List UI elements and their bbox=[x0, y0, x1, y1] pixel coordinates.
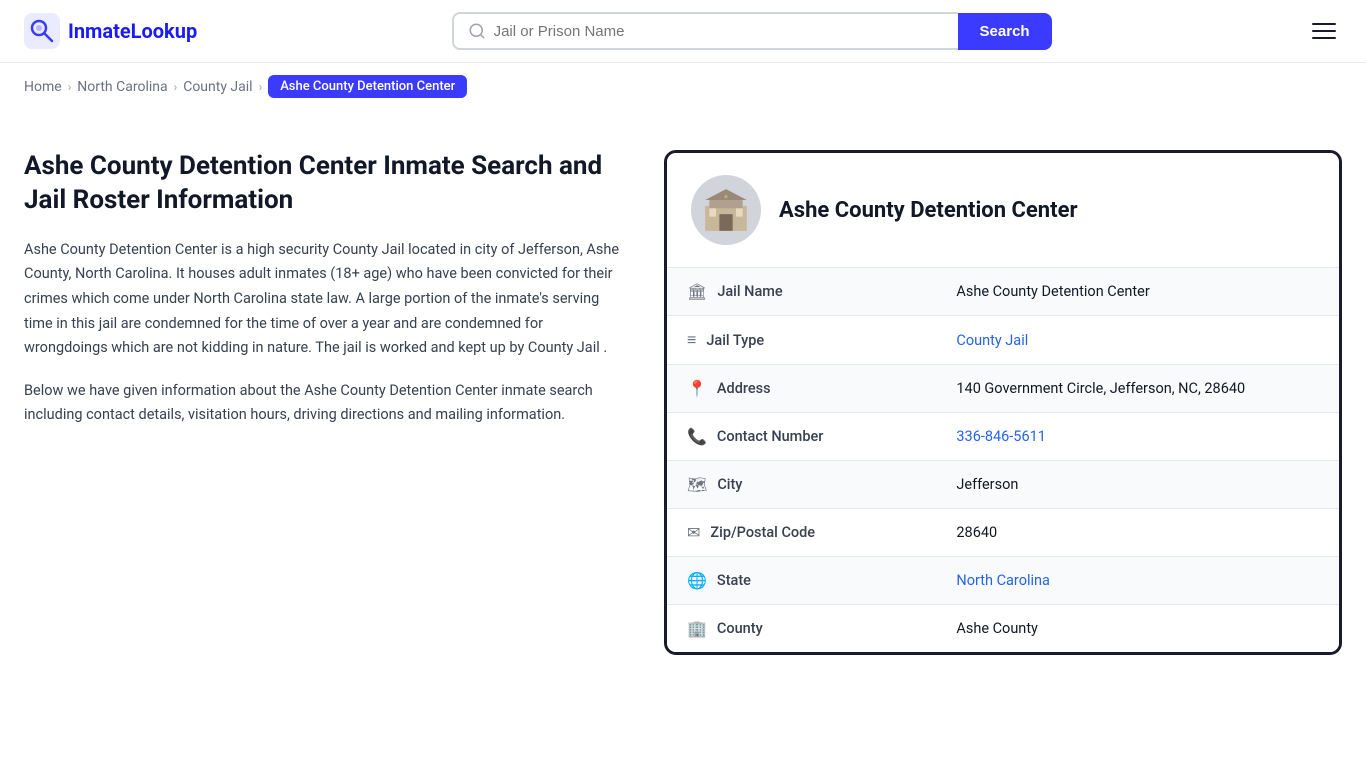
label-cell-6: 🌐 State bbox=[687, 571, 867, 590]
hamburger-line-3 bbox=[1312, 37, 1336, 39]
row-icon-2: 📍 bbox=[687, 379, 707, 398]
value-cell-6: North Carolina bbox=[936, 557, 1339, 605]
table-row: ✉ Zip/Postal Code 28640 bbox=[667, 509, 1339, 557]
left-column: Ashe County Detention Center Inmate Sear… bbox=[24, 150, 664, 655]
chevron-icon-1: › bbox=[68, 80, 72, 94]
breadcrumb: Home › North Carolina › County Jail › As… bbox=[0, 63, 1366, 110]
info-card: Ashe County Detention Center 🏛 Jail Name A… bbox=[664, 150, 1342, 655]
header: InmateLookup Search bbox=[0, 0, 1366, 63]
value-cell-4: Jefferson bbox=[936, 461, 1339, 509]
label-text-5: Zip/Postal Code bbox=[710, 524, 815, 541]
hamburger-line-2 bbox=[1312, 30, 1336, 32]
label-cell-4: 🗺 City bbox=[687, 475, 867, 494]
label-text-2: Address bbox=[717, 380, 771, 397]
search-input-wrapper bbox=[452, 12, 958, 50]
hamburger-line-1 bbox=[1312, 23, 1336, 25]
table-row: 🏢 County Ashe County bbox=[667, 605, 1339, 653]
logo-icon bbox=[24, 13, 60, 49]
label-cell-2: 📍 Address bbox=[687, 379, 867, 398]
row-icon-5: ✉ bbox=[687, 523, 700, 542]
table-row: ≡ Jail Type County Jail bbox=[667, 316, 1339, 365]
label-text-4: City bbox=[717, 476, 742, 493]
value-cell-5: 28640 bbox=[936, 509, 1339, 557]
chevron-icon-3: › bbox=[259, 80, 263, 94]
table-row: 🌐 State North Carolina bbox=[667, 557, 1339, 605]
facility-name: Ashe County Detention Center bbox=[779, 198, 1078, 223]
value-cell-1: County Jail bbox=[936, 316, 1339, 365]
label-text-0: Jail Name bbox=[717, 283, 782, 300]
breadcrumb-category[interactable]: County Jail bbox=[183, 79, 252, 95]
facility-image bbox=[691, 175, 761, 245]
table-row: 📞 Contact Number 336-846-5611 bbox=[667, 413, 1339, 461]
search-bar: Search bbox=[452, 12, 1052, 50]
description-1: Ashe County Detention Center is a high s… bbox=[24, 238, 624, 361]
description-2: Below we have given information about th… bbox=[24, 379, 624, 428]
main-content: Ashe County Detention Center Inmate Sear… bbox=[0, 110, 1366, 695]
search-input[interactable] bbox=[494, 23, 944, 40]
row-icon-0: 🏛 bbox=[687, 282, 707, 301]
row-icon-4: 🗺 bbox=[687, 475, 707, 494]
value-cell-3: 336-846-5611 bbox=[936, 413, 1339, 461]
info-card-header: Ashe County Detention Center bbox=[667, 153, 1339, 267]
logo-text: InmateLookup bbox=[68, 19, 197, 43]
label-text-3: Contact Number bbox=[717, 428, 823, 445]
right-column: Ashe County Detention Center 🏛 Jail Name A… bbox=[664, 150, 1342, 655]
row-icon-1: ≡ bbox=[687, 330, 696, 350]
search-icon bbox=[468, 22, 486, 40]
facility-building-icon bbox=[701, 185, 751, 235]
label-cell-3: 📞 Contact Number bbox=[687, 427, 867, 446]
logo[interactable]: InmateLookup bbox=[24, 13, 197, 49]
info-table: 🏛 Jail Name Ashe County Detention Center ≡ J… bbox=[667, 267, 1339, 652]
label-cell-1: ≡ Jail Type bbox=[687, 330, 867, 350]
label-text-1: Jail Type bbox=[706, 332, 764, 349]
label-text-6: State bbox=[717, 572, 751, 589]
chevron-icon-2: › bbox=[174, 80, 178, 94]
breadcrumb-state[interactable]: North Carolina bbox=[77, 79, 167, 95]
table-row: 📍 Address 140 Government Circle, Jefferson… bbox=[667, 365, 1339, 413]
value-cell-7: Ashe County bbox=[936, 605, 1339, 653]
row-icon-6: 🌐 bbox=[687, 571, 707, 590]
value-link-6[interactable]: North Carolina bbox=[956, 572, 1050, 589]
table-row: 🗺 City Jefferson bbox=[667, 461, 1339, 509]
table-row: 🏛 Jail Name Ashe County Detention Center bbox=[667, 268, 1339, 316]
label-cell-5: ✉ Zip/Postal Code bbox=[687, 523, 867, 542]
label-cell-0: 🏛 Jail Name bbox=[687, 282, 867, 301]
breadcrumb-current: Ashe County Detention Center bbox=[268, 75, 467, 98]
label-cell-7: 🏢 County bbox=[687, 619, 867, 638]
value-link-1[interactable]: County Jail bbox=[956, 332, 1028, 349]
breadcrumb-home[interactable]: Home bbox=[24, 79, 62, 95]
value-cell-0: Ashe County Detention Center bbox=[936, 268, 1339, 316]
row-icon-3: 📞 bbox=[687, 427, 707, 446]
page-title: Ashe County Detention Center Inmate Sear… bbox=[24, 150, 624, 218]
label-text-7: County bbox=[717, 620, 763, 637]
search-button[interactable]: Search bbox=[958, 13, 1052, 50]
value-link-3[interactable]: 336-846-5611 bbox=[956, 428, 1046, 445]
hamburger-menu[interactable] bbox=[1306, 17, 1342, 45]
value-cell-2: 140 Government Circle, Jefferson, NC, 28… bbox=[936, 365, 1339, 413]
row-icon-7: 🏢 bbox=[687, 619, 707, 638]
